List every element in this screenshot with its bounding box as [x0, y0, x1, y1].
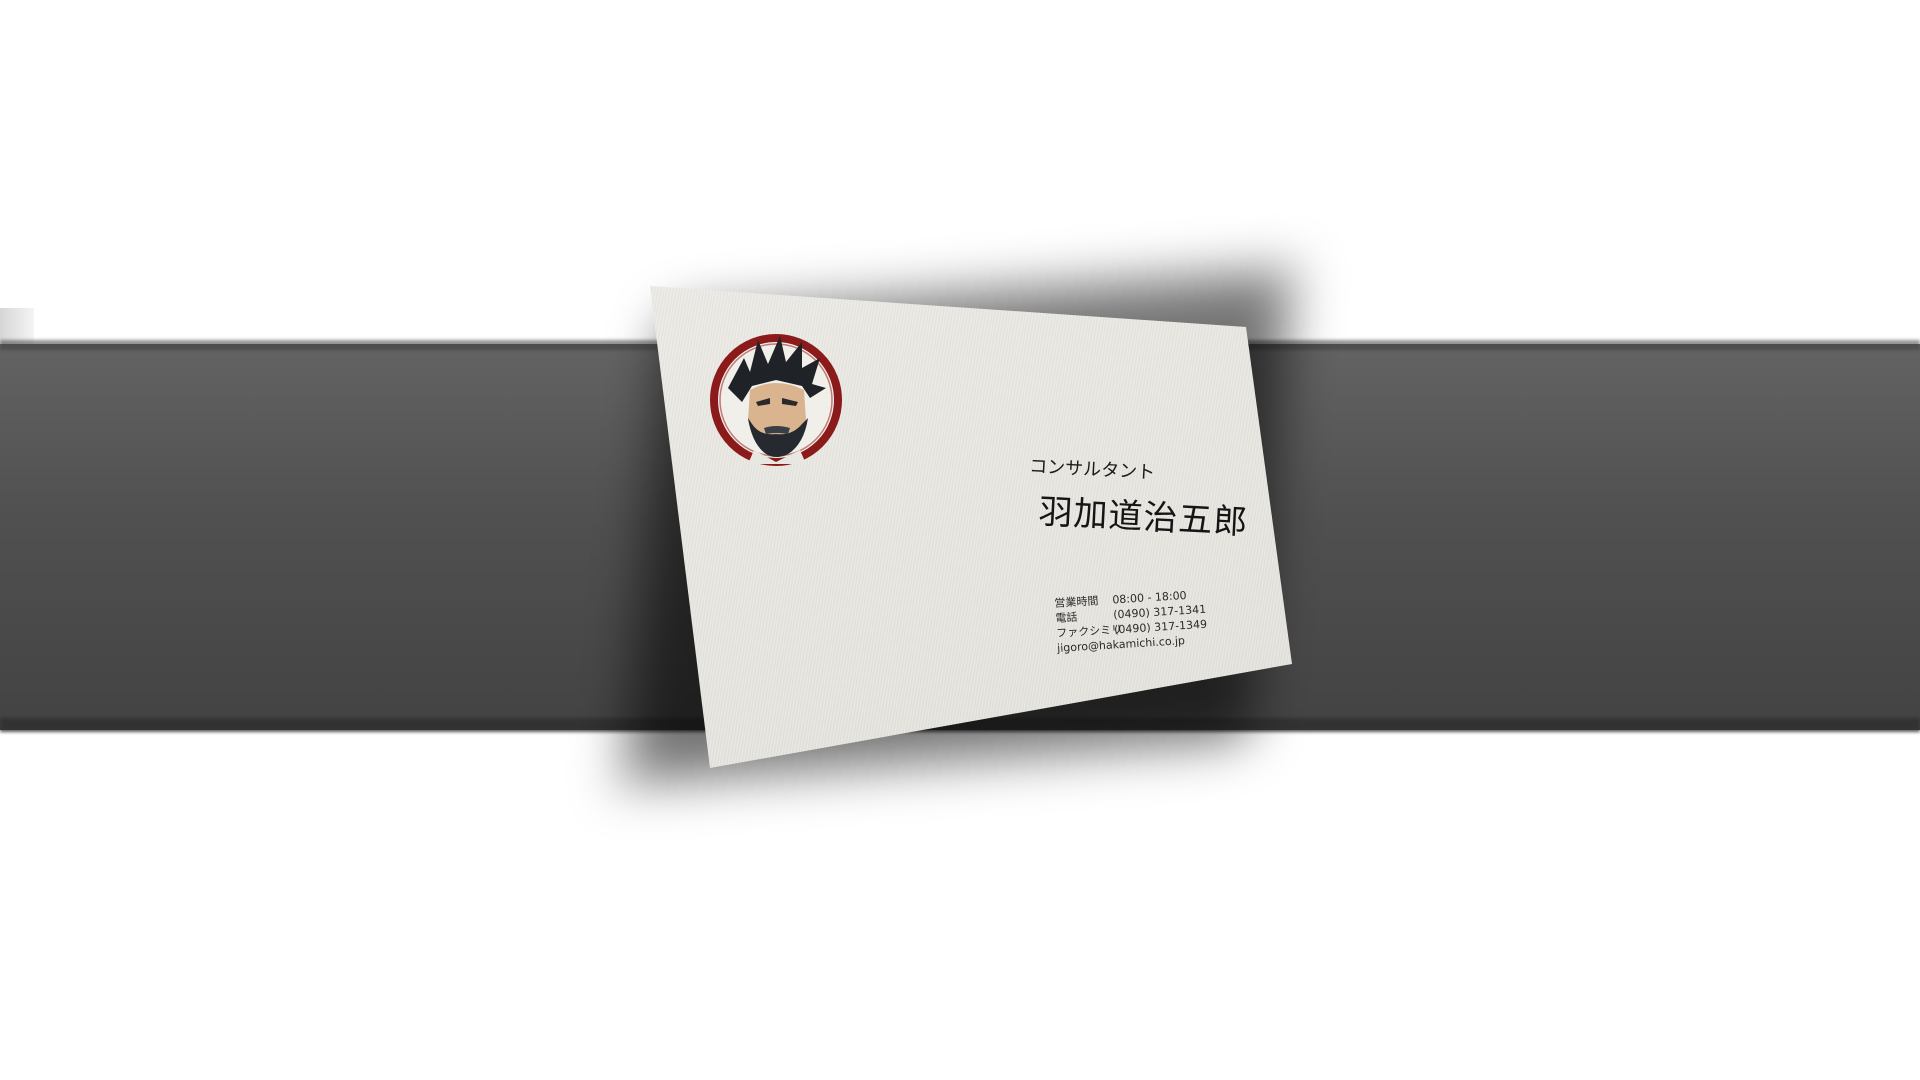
card-job-title: コンサルタント: [1028, 455, 1156, 484]
card-person-name: 羽加道治五郎: [1037, 491, 1250, 543]
card-content: コンサルタント 羽加道治五郎 営業時間 08:00 - 18:00 電話 (04…: [0, 0, 1920, 1080]
bearded-man-portrait-icon: [710, 334, 842, 466]
card-contact-info: 営業時間 08:00 - 18:00 電話 (0490) 317-1341 ファ…: [1054, 587, 1208, 656]
scene: コンサルタント 羽加道治五郎 営業時間 08:00 - 18:00 電話 (04…: [0, 0, 1920, 1080]
